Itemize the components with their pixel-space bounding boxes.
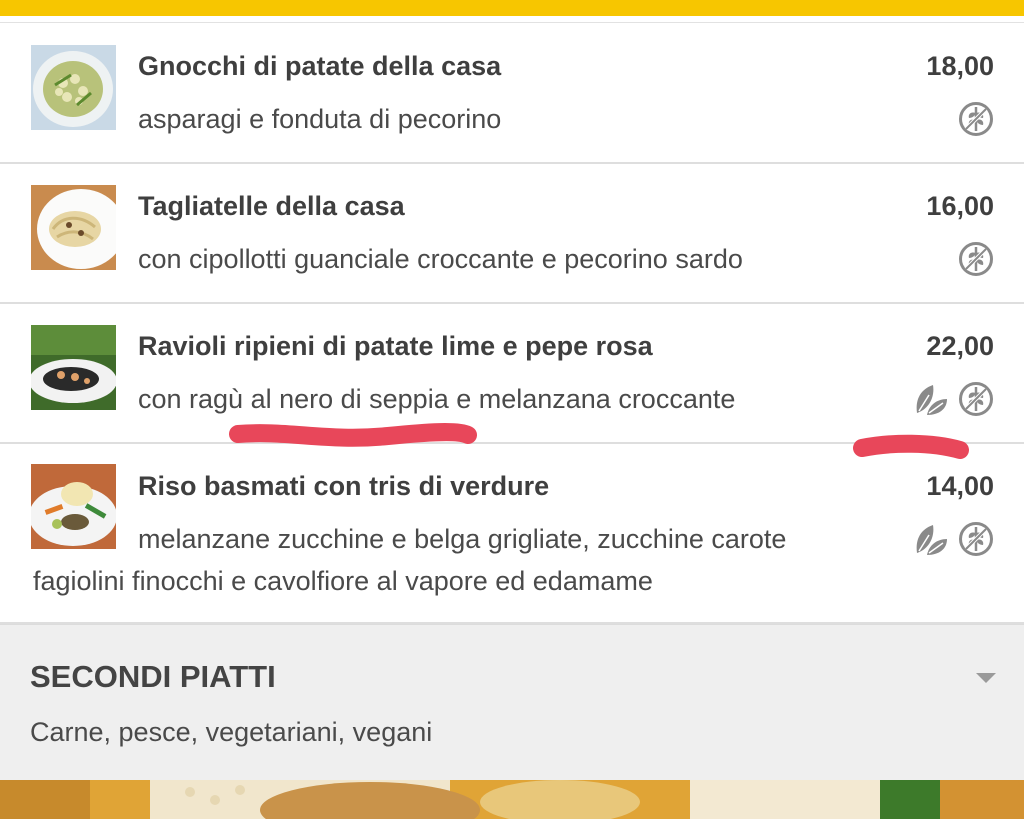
section-banner-image xyxy=(0,780,1024,819)
dish-name: Tagliatelle della casa xyxy=(138,191,405,221)
dish-thumbnail xyxy=(31,45,116,130)
top-divider xyxy=(0,16,1024,23)
menu-item-gnocchi[interactable]: Gnocchi di patate della casa 18,00 aspar… xyxy=(0,24,1024,164)
gluten-free-icon xyxy=(959,382,993,416)
dish-thumbnail xyxy=(31,185,116,270)
dish-name: Ravioli ripieni di patate lime e pepe ro… xyxy=(138,331,653,361)
vegetarian-leaf-icon xyxy=(916,525,947,555)
dish-thumbnail xyxy=(31,325,116,410)
chevron-down-icon[interactable] xyxy=(976,673,996,683)
dish-description-line1: melanzane zucchine e belga grigliate, zu… xyxy=(138,524,787,554)
highlight-underline-mark xyxy=(853,434,969,459)
dish-price: 16,00 xyxy=(926,191,994,221)
section-secondi-piatti[interactable]: SECONDI PIATTI Carne, pesce, vegetariani… xyxy=(0,624,1024,781)
dish-price: 18,00 xyxy=(926,51,994,81)
gluten-free-icon xyxy=(959,102,993,136)
top-accent-bar xyxy=(0,0,1024,16)
menu-item-tagliatelle[interactable]: Tagliatelle della casa 16,00 con cipollo… xyxy=(0,164,1024,304)
dish-price: 22,00 xyxy=(926,331,994,361)
dish-description: con ragù al nero di seppia e melanzana c… xyxy=(138,384,736,414)
dish-name: Riso basmati con tris di verdure xyxy=(138,471,550,501)
gluten-free-icon xyxy=(959,242,993,276)
section-subtitle: Carne, pesce, vegetariani, vegani xyxy=(30,717,433,747)
dish-price: 14,00 xyxy=(926,471,994,501)
section-title: SECONDI PIATTI xyxy=(30,659,276,694)
dish-description: asparagi e fonduta di pecorino xyxy=(138,104,502,134)
menu-item-ravioli[interactable]: Ravioli ripieni di patate lime e pepe ro… xyxy=(0,304,1024,444)
vegetarian-leaf-icon xyxy=(916,385,947,415)
gluten-free-icon xyxy=(959,522,993,556)
dish-description-line2: fagiolini finocchi e cavolfiore al vapor… xyxy=(33,566,653,596)
menu-item-riso-basmati[interactable]: Riso basmati con tris di verdure 14,00 m… xyxy=(0,444,1024,624)
dish-name: Gnocchi di patate della casa xyxy=(138,51,502,81)
dish-description: con cipollotti guanciale croccante e pec… xyxy=(138,244,743,274)
dish-thumbnail xyxy=(31,464,116,549)
highlight-underline-mark xyxy=(229,423,477,447)
